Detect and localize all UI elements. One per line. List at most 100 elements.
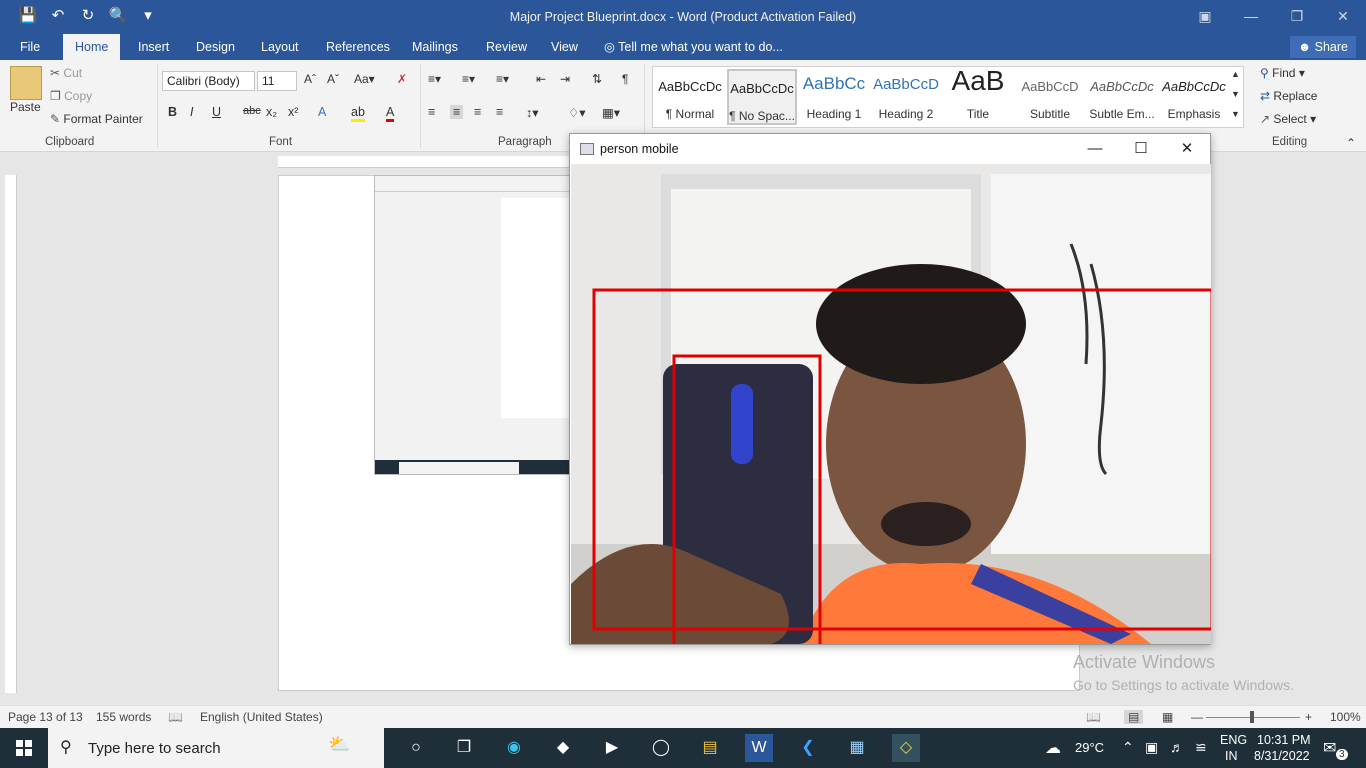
minimize-button[interactable]: —: [1228, 0, 1274, 32]
file-explorer-icon[interactable]: ▤: [696, 734, 724, 762]
show-formatting-marks-icon[interactable]: ¶: [622, 72, 628, 86]
align-right-icon[interactable]: ≡: [474, 105, 481, 119]
select-button[interactable]: ↗ Select ▾: [1260, 112, 1316, 126]
volume-icon[interactable]: ♬: [1170, 739, 1184, 755]
cortana-icon[interactable]: ○: [402, 734, 430, 762]
grow-font-icon[interactable]: Aˆ: [304, 72, 316, 86]
bullets-icon[interactable]: ≡▾: [428, 72, 441, 86]
camera-close-button[interactable]: ✕: [1164, 134, 1210, 164]
web-layout-icon[interactable]: ▦: [1162, 710, 1173, 724]
wifi-icon[interactable]: ≌: [1195, 739, 1207, 756]
tab-references[interactable]: References: [314, 34, 402, 60]
justify-icon[interactable]: ≡: [496, 105, 503, 119]
text-effects-icon[interactable]: A: [318, 105, 326, 119]
camera-minimize-button[interactable]: —: [1072, 134, 1118, 164]
clock-date[interactable]: 8/31/2022: [1254, 749, 1310, 763]
tab-home[interactable]: Home: [63, 34, 121, 60]
gallery-up-icon[interactable]: ▲: [1231, 69, 1240, 79]
python-icon[interactable]: ◇: [892, 734, 920, 762]
tab-file[interactable]: File: [8, 34, 52, 60]
tab-mailings[interactable]: Mailings: [400, 34, 470, 60]
shrink-font-icon[interactable]: Aˇ: [327, 72, 339, 86]
style-subtle-emphasis[interactable]: AaBbCcDc Subtle Em...: [1087, 69, 1157, 125]
proofing-icon[interactable]: 📖: [168, 710, 183, 724]
borders-icon[interactable]: ▦▾: [602, 105, 620, 120]
style-no-spacing[interactable]: AaBbCcDc ¶ No Spac...: [727, 69, 797, 125]
horizontal-ruler[interactable]: [278, 156, 570, 168]
zoom-slider-thumb[interactable]: [1250, 711, 1254, 723]
line-spacing-icon[interactable]: ↕▾: [526, 105, 539, 120]
style-normal[interactable]: AaBbCcDc ¶ Normal: [655, 69, 725, 125]
notifications-icon[interactable]: ✉: [1323, 738, 1336, 758]
input-language-line-2[interactable]: IN: [1225, 749, 1238, 763]
cut-button[interactable]: ✂ Cut: [50, 66, 82, 80]
page-count[interactable]: Page 13 of 13: [8, 710, 83, 724]
zoom-in-icon[interactable]: +: [1305, 710, 1312, 724]
collapse-ribbon-icon[interactable]: ⌃: [1346, 136, 1356, 150]
paste-icon[interactable]: [10, 66, 42, 100]
strikethrough-icon[interactable]: abc: [243, 105, 261, 117]
sort-icon[interactable]: ⇅: [592, 72, 602, 86]
clock-time[interactable]: 10:31 PM: [1257, 733, 1311, 747]
underline-icon[interactable]: U: [212, 105, 221, 119]
font-size-combo[interactable]: 11: [257, 71, 297, 91]
shading-icon[interactable]: ♢▾: [568, 105, 585, 120]
align-left-icon[interactable]: ≡: [428, 105, 435, 119]
task-view-icon[interactable]: ❐: [450, 734, 478, 762]
style-heading-1[interactable]: AaBbCc Heading 1: [799, 69, 869, 125]
tab-view[interactable]: View: [539, 34, 590, 60]
gallery-more-icon[interactable]: ▼: [1231, 109, 1240, 119]
network-icon[interactable]: ▣: [1145, 739, 1158, 756]
zoom-level[interactable]: 100%: [1330, 710, 1361, 724]
superscript-icon[interactable]: x²: [288, 105, 298, 119]
find-button[interactable]: ⚲ Find ▾: [1260, 66, 1305, 80]
paste-button[interactable]: Paste: [10, 100, 41, 114]
print-layout-icon[interactable]: ▤: [1124, 710, 1144, 724]
zoom-out-icon[interactable]: —: [1191, 710, 1203, 724]
weather-temperature[interactable]: 29°C: [1075, 740, 1104, 755]
app-launcher-icon[interactable]: ◆: [549, 734, 577, 762]
ribbon-display-options-icon[interactable]: ▣: [1182, 0, 1228, 32]
weather-icon[interactable]: ☁: [1045, 738, 1061, 758]
decrease-indent-icon[interactable]: ⇤: [536, 72, 546, 86]
style-heading-2[interactable]: AaBbCcD Heading 2: [871, 69, 941, 125]
close-button[interactable]: ✕: [1320, 0, 1366, 32]
style-subtitle[interactable]: AaBbCcD Subtitle: [1015, 69, 1085, 125]
numbering-icon[interactable]: ≡▾: [462, 72, 475, 86]
copy-button[interactable]: ❐ Copy: [50, 89, 92, 103]
highlight-icon[interactable]: ab: [351, 105, 365, 122]
camera-maximize-button[interactable]: ☐: [1118, 134, 1164, 164]
vertical-ruler[interactable]: [5, 175, 17, 693]
input-language-line-1[interactable]: ENG: [1220, 733, 1247, 747]
font-name-combo[interactable]: Calibri (Body): [162, 71, 255, 91]
align-center-icon[interactable]: ≡: [450, 105, 464, 119]
format-painter-button[interactable]: ✎ Format Painter: [50, 112, 143, 126]
style-emphasis[interactable]: AaBbCcDc Emphasis: [1159, 69, 1229, 125]
start-button[interactable]: [0, 728, 48, 768]
word-icon[interactable]: W: [745, 734, 773, 762]
multilevel-list-icon[interactable]: ≡▾: [496, 72, 509, 86]
change-case-icon[interactable]: Aa▾: [354, 72, 375, 86]
replace-button[interactable]: ⇄ Replace: [1260, 89, 1317, 103]
tab-layout[interactable]: Layout: [249, 34, 311, 60]
tab-review[interactable]: Review: [474, 34, 539, 60]
increase-indent-icon[interactable]: ⇥: [560, 72, 570, 86]
style-title[interactable]: AaB Title: [943, 65, 1013, 125]
unreal-engine-icon[interactable]: ◯: [647, 734, 675, 762]
font-color-icon[interactable]: A: [386, 105, 395, 122]
read-mode-icon[interactable]: 📖: [1086, 710, 1101, 724]
taskbar-search-box[interactable]: ⚲ Type here to search ⛅: [48, 728, 384, 768]
visual-studio-installer-icon[interactable]: ▶: [598, 734, 626, 762]
share-button[interactable]: ☻ Share: [1290, 36, 1356, 58]
camera-window[interactable]: person mobile — ☐ ✕: [569, 133, 1211, 645]
italic-icon[interactable]: I: [190, 105, 193, 119]
tab-design[interactable]: Design: [184, 34, 247, 60]
bold-icon[interactable]: B: [168, 105, 177, 119]
tell-me-search[interactable]: ◎ Tell me what you want to do...: [604, 34, 783, 60]
tab-insert[interactable]: Insert: [126, 34, 181, 60]
word-count[interactable]: 155 words: [96, 710, 151, 724]
language-indicator[interactable]: English (United States): [200, 710, 323, 724]
vscode-icon[interactable]: ❮: [794, 734, 822, 762]
clear-formatting-icon[interactable]: ✗: [397, 72, 407, 86]
maximize-button[interactable]: ❐: [1274, 0, 1320, 32]
